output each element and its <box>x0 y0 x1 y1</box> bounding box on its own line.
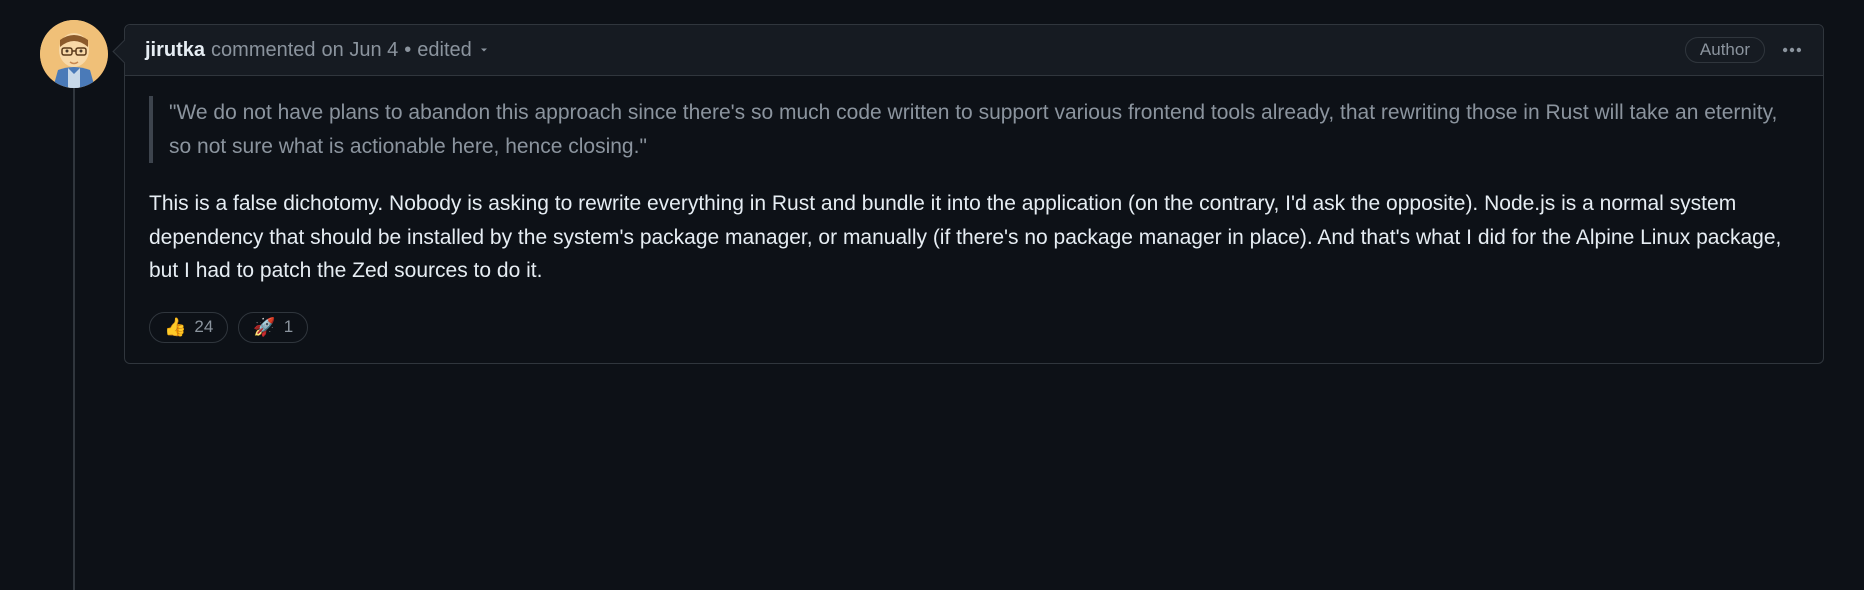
rocket-icon: 🚀 <box>253 317 275 338</box>
comment-text: This is a false dichotomy. Nobody is ask… <box>149 187 1799 288</box>
comment-quote: "We do not have plans to abandon this ap… <box>149 96 1799 163</box>
action-text: commented <box>211 39 316 62</box>
edited-dropdown[interactable]: edited <box>417 39 490 62</box>
comment-container: jirutka commented on Jun 4 • edited Auth… <box>40 20 1824 364</box>
comment-header-right: Author <box>1685 37 1803 63</box>
comment-box: jirutka commented on Jun 4 • edited Auth… <box>124 24 1824 364</box>
comment-body: "We do not have plans to abandon this ap… <box>125 76 1823 363</box>
edited-label: edited <box>417 39 472 62</box>
reaction-rocket[interactable]: 🚀 1 <box>238 312 308 343</box>
reaction-count: 24 <box>194 317 213 337</box>
author-badge: Author <box>1685 37 1765 63</box>
author-link[interactable]: jirutka <box>145 39 205 62</box>
timeline-line-bottom <box>73 90 75 590</box>
quote-text: "We do not have plans to abandon this ap… <box>169 96 1783 163</box>
kebab-icon <box>1781 39 1803 61</box>
reaction-thumbsup[interactable]: 👍 24 <box>149 312 228 343</box>
thumbsup-icon: 👍 <box>164 317 186 338</box>
author-avatar[interactable] <box>40 20 108 88</box>
comment-header: jirutka commented on Jun 4 • edited Auth… <box>125 25 1823 76</box>
timestamp-link[interactable]: on Jun 4 <box>322 39 399 62</box>
separator: • <box>404 39 411 62</box>
reaction-count: 1 <box>284 317 293 337</box>
reactions-bar: 👍 24 🚀 1 <box>149 312 1799 343</box>
comment-header-left: jirutka commented on Jun 4 • edited <box>145 39 490 62</box>
caret-down-icon <box>478 44 490 56</box>
kebab-menu-button[interactable] <box>1781 39 1803 61</box>
